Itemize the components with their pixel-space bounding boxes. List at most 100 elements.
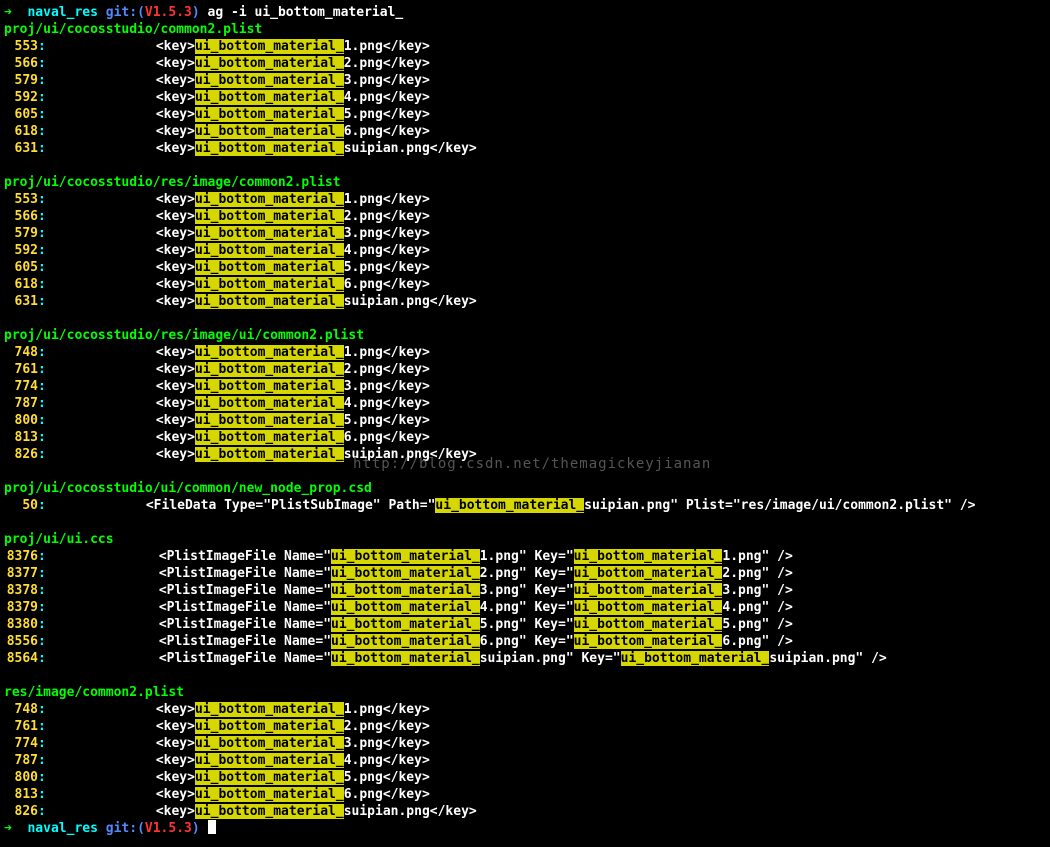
output-line: 566:<key>ui_bottom_material_2.png</key> <box>4 208 1046 225</box>
search-match: ui_bottom_material_ <box>195 413 344 428</box>
line-number: 566 <box>4 56 38 71</box>
xml-attr-pre: <FileData Type="PlistSubImage" Path=" <box>146 498 436 513</box>
xml-open-tag: <key> <box>156 804 195 819</box>
line-sep: : <box>38 617 46 632</box>
search-match: ui_bottom_material_ <box>574 566 723 581</box>
line-sep: : <box>38 498 46 513</box>
line-number: 800 <box>4 413 38 428</box>
output-line: 800:<key>ui_bottom_material_5.png</key> <box>4 769 1046 786</box>
line-sep: : <box>38 396 46 411</box>
search-match: ui_bottom_material_ <box>195 804 344 819</box>
line-number: 8376 <box>4 549 38 564</box>
search-match: ui_bottom_material_ <box>195 39 344 54</box>
search-match: ui_bottom_material_ <box>331 651 480 666</box>
xml-close-tag: suipian.png</key> <box>344 804 477 819</box>
xml-close-tag: 3.png</key> <box>344 379 430 394</box>
output-line: 787:<key>ui_bottom_material_4.png</key> <box>4 752 1046 769</box>
xml-attr-end: 4.png" /> <box>722 600 792 615</box>
xml-close-tag: suipian.png</key> <box>344 447 477 462</box>
line-sep: : <box>38 209 46 224</box>
xml-attr-mid: 2.png" Key=" <box>480 566 574 581</box>
xml-close-tag: 6.png</key> <box>344 277 430 292</box>
search-match: ui_bottom_material_ <box>195 719 344 734</box>
xml-open-tag: <key> <box>156 413 195 428</box>
xml-open-tag: <key> <box>156 787 195 802</box>
search-match: ui_bottom_material_ <box>574 583 723 598</box>
output-line: 579:<key>ui_bottom_material_3.png</key> <box>4 72 1046 89</box>
xml-open-tag: <key> <box>156 702 195 717</box>
xml-open-tag: <key> <box>156 226 195 241</box>
terminal-output[interactable]: ➜ naval_res git:(V1.5.3) ag -i ui_bottom… <box>0 0 1050 841</box>
output-line: ➜ naval_res git:(V1.5.3) <box>4 820 1046 837</box>
cursor-icon[interactable] <box>208 820 216 834</box>
output-line <box>4 463 1046 480</box>
line-number: 618 <box>4 124 38 139</box>
output-line: 592:<key>ui_bottom_material_4.png</key> <box>4 89 1046 106</box>
match-file-path: proj/ui/cocosstudio/res/image/common2.pl… <box>4 175 341 190</box>
output-line: 553:<key>ui_bottom_material_1.png</key> <box>4 191 1046 208</box>
line-number: 813 <box>4 787 38 802</box>
xml-close-tag: 6.png</key> <box>344 124 430 139</box>
prompt-git-close: ) <box>192 821 208 836</box>
xml-attr-mid: 1.png" Key=" <box>480 549 574 564</box>
line-number: 605 <box>4 260 38 275</box>
output-line: 8379:<PlistImageFile Name="ui_bottom_mat… <box>4 599 1046 616</box>
line-sep: : <box>38 124 46 139</box>
xml-open-tag: <key> <box>156 39 195 54</box>
line-sep: : <box>38 702 46 717</box>
line-sep: : <box>38 583 46 598</box>
search-match: ui_bottom_material_ <box>331 583 480 598</box>
output-line <box>4 667 1046 684</box>
search-match: ui_bottom_material_ <box>435 498 584 513</box>
xml-attr-mid: 5.png" Key=" <box>480 617 574 632</box>
xml-open-tag: <key> <box>156 141 195 156</box>
xml-open-tag: <key> <box>156 277 195 292</box>
line-number: 761 <box>4 719 38 734</box>
xml-attr-end: 6.png" /> <box>722 634 792 649</box>
output-line: 748:<key>ui_bottom_material_1.png</key> <box>4 701 1046 718</box>
xml-attr-end: 5.png" /> <box>722 617 792 632</box>
search-match: ui_bottom_material_ <box>574 549 723 564</box>
line-sep: : <box>38 566 46 581</box>
xml-close-tag: 6.png</key> <box>344 787 430 802</box>
search-match: ui_bottom_material_ <box>195 192 344 207</box>
output-line: 8378:<PlistImageFile Name="ui_bottom_mat… <box>4 582 1046 599</box>
xml-close-tag: 6.png</key> <box>344 430 430 445</box>
xml-close-tag: 1.png</key> <box>344 345 430 360</box>
xml-close-tag: suipian.png</key> <box>344 141 477 156</box>
search-match: ui_bottom_material_ <box>195 260 344 275</box>
output-line: 605:<key>ui_bottom_material_5.png</key> <box>4 259 1046 276</box>
search-match: ui_bottom_material_ <box>195 362 344 377</box>
xml-close-tag: 2.png</key> <box>344 209 430 224</box>
xml-attr-post: suipian.png" Plist="res/image/ui/common2… <box>584 498 975 513</box>
xml-open-tag: <key> <box>156 73 195 88</box>
xml-open-tag: <key> <box>156 447 195 462</box>
search-match: ui_bottom_material_ <box>195 243 344 258</box>
line-number: 787 <box>4 753 38 768</box>
xml-close-tag: 1.png</key> <box>344 702 430 717</box>
search-match: ui_bottom_material_ <box>195 124 344 139</box>
match-file-path: proj/ui/ui.ccs <box>4 532 114 547</box>
output-line: 774:<key>ui_bottom_material_3.png</key> <box>4 735 1046 752</box>
output-line: 826:<key>ui_bottom_material_suipian.png<… <box>4 446 1046 463</box>
xml-close-tag: 1.png</key> <box>344 39 430 54</box>
line-number: 631 <box>4 141 38 156</box>
xml-open-tag: <key> <box>156 719 195 734</box>
line-sep: : <box>38 39 46 54</box>
xml-open-tag: <key> <box>156 56 195 71</box>
xml-close-tag: 5.png</key> <box>344 770 430 785</box>
search-match: ui_bottom_material_ <box>574 634 723 649</box>
line-sep: : <box>38 430 46 445</box>
xml-close-tag: 2.png</key> <box>344 719 430 734</box>
xml-close-tag: 5.png</key> <box>344 260 430 275</box>
output-line: 592:<key>ui_bottom_material_4.png</key> <box>4 242 1046 259</box>
line-number: 748 <box>4 702 38 717</box>
output-line: 618:<key>ui_bottom_material_6.png</key> <box>4 276 1046 293</box>
output-line: proj/ui/cocosstudio/res/image/ui/common2… <box>4 327 1046 344</box>
search-match: ui_bottom_material_ <box>621 651 770 666</box>
line-sep: : <box>38 634 46 649</box>
xml-close-tag: 3.png</key> <box>344 736 430 751</box>
xml-open-tag: <key> <box>156 345 195 360</box>
line-number: 826 <box>4 804 38 819</box>
line-sep: : <box>38 787 46 802</box>
